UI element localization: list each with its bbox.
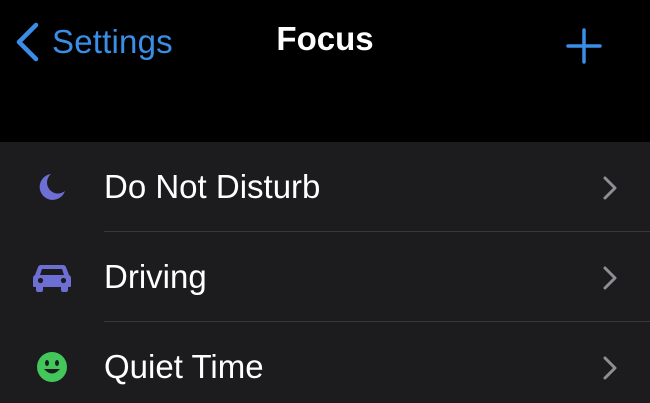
moon-icon	[30, 168, 74, 206]
navigation-bar: Settings Focus	[0, 0, 650, 142]
chevron-left-icon	[16, 22, 39, 62]
back-button-label: Settings	[52, 23, 173, 60]
smiley-icon	[30, 348, 74, 386]
list-item-label: Do Not Disturb	[104, 168, 321, 205]
chevron-right-icon	[603, 266, 617, 290]
list-item-do-not-disturb[interactable]: Do Not Disturb	[0, 142, 650, 232]
list-item-label: Quiet Time	[104, 348, 264, 385]
chevron-right-icon	[603, 176, 617, 200]
car-icon	[30, 258, 74, 296]
list-item-quiet-time[interactable]: Quiet Time	[0, 322, 650, 403]
plus-icon	[566, 28, 602, 64]
page-title: Focus	[276, 20, 374, 57]
back-button[interactable]: Settings	[14, 18, 173, 66]
focus-mode-list: Do Not Disturb Driving Quiet Time	[0, 142, 650, 403]
add-focus-button[interactable]	[562, 24, 606, 68]
focus-settings-screen: Settings Focus Do Not Disturb Driving Qu…	[0, 0, 650, 403]
list-item-label: Driving	[104, 258, 207, 295]
chevron-right-icon	[603, 356, 617, 380]
list-item-driving[interactable]: Driving	[0, 232, 650, 322]
